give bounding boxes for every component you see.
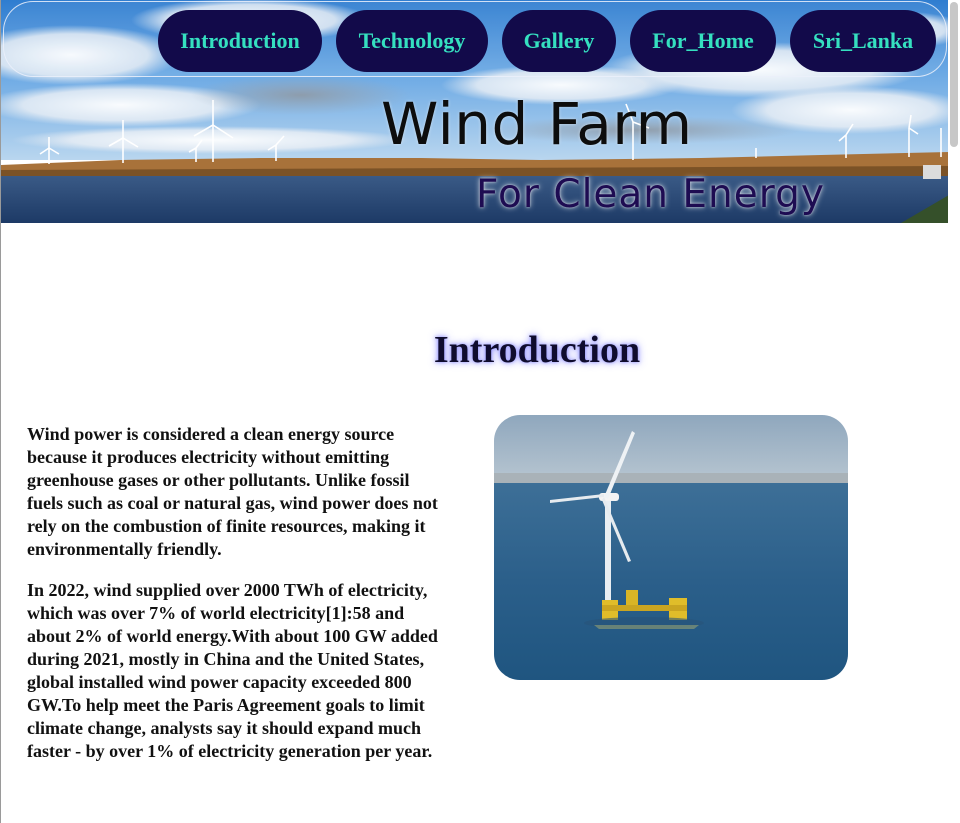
header-banner: Introduction Technology Gallery For_Home…: [1, 0, 949, 223]
main-navigation: Introduction Technology Gallery For_Home…: [3, 1, 947, 77]
scrollbar-thumb[interactable]: [950, 2, 958, 147]
page: Introduction Technology Gallery For_Home…: [0, 0, 960, 823]
nav-for-home-button[interactable]: For_Home: [630, 10, 776, 72]
statistics-paragraph: In 2022, wind supplied over 2000 TWh of …: [27, 580, 438, 761]
site-title: Wind Farm: [381, 90, 693, 158]
nav-gallery-button[interactable]: Gallery: [502, 10, 616, 72]
site-subtitle: For Clean Energy: [476, 172, 825, 217]
nav-technology-button[interactable]: Technology: [336, 10, 488, 72]
vertical-scrollbar[interactable]: [948, 0, 960, 823]
intro-text-column: Wind power is considered a clean energy …: [27, 423, 445, 781]
section-heading: Introduction: [433, 329, 641, 371]
nav-introduction-button[interactable]: Introduction: [158, 10, 322, 72]
intro-paragraph: Wind power is considered a clean energy …: [27, 424, 438, 559]
nav-sri-lanka-button[interactable]: Sri_Lanka: [790, 10, 936, 72]
offshore-wind-turbine-image: [494, 415, 848, 680]
